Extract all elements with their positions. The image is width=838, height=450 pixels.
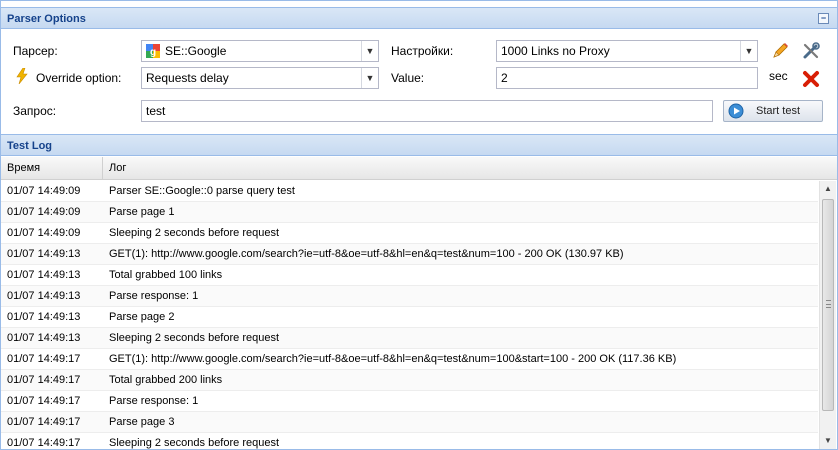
log-time-cell: 01/07 14:49:13 bbox=[7, 269, 81, 281]
table-row[interactable]: 01/07 14:49:17 Sleeping 2 seconds before … bbox=[1, 433, 818, 449]
log-time-cell: 01/07 14:49:17 bbox=[7, 416, 81, 428]
table-row[interactable]: 01/07 14:49:09 Parse page 1 bbox=[1, 202, 818, 223]
query-label: Запрос: bbox=[13, 104, 57, 118]
log-message-cell: Sleeping 2 seconds before request bbox=[109, 332, 280, 344]
value-label: Value: bbox=[391, 71, 425, 85]
log-time-cell: 01/07 14:49:13 bbox=[7, 248, 81, 260]
tools-icon bbox=[803, 42, 820, 59]
start-test-button[interactable]: Start test bbox=[723, 100, 823, 122]
log-message-cell: Total grabbed 100 links bbox=[109, 269, 223, 281]
google-icon: g bbox=[146, 44, 160, 58]
log-time-cell: 01/07 14:49:17 bbox=[7, 353, 81, 365]
lightning-icon bbox=[16, 68, 28, 84]
parser-options-panel: Парсер: g SE::Google ▼ Настройки: 1000 L… bbox=[1, 30, 837, 134]
tools-button[interactable] bbox=[800, 40, 822, 62]
parser-label: Парсер: bbox=[13, 44, 58, 58]
chevron-down-icon[interactable]: ▼ bbox=[361, 68, 378, 88]
log-rows: 01/07 14:49:09 Parser SE::Google::0 parse… bbox=[1, 181, 818, 449]
chevron-down-icon[interactable]: ▼ bbox=[361, 41, 378, 61]
column-header-log[interactable]: Лог bbox=[103, 157, 819, 180]
log-message-cell: Parse page 3 bbox=[109, 416, 175, 428]
pencil-icon bbox=[773, 43, 788, 58]
log-time-cell: 01/07 14:49:13 bbox=[7, 332, 81, 344]
log-message-cell: Sleeping 2 seconds before request bbox=[109, 437, 280, 449]
log-message-cell: Parse page 1 bbox=[109, 206, 175, 218]
log-message-cell: GET(1): http://www.google.com/search?ie=… bbox=[109, 248, 624, 260]
parser-options-header: Parser Options − bbox=[1, 7, 837, 29]
parser-options-title: Parser Options bbox=[7, 13, 86, 25]
value-input-text: 2 bbox=[501, 71, 508, 85]
scroll-down-icon[interactable]: ▼ bbox=[820, 433, 836, 449]
log-time-cell: 01/07 14:49:09 bbox=[7, 185, 81, 197]
value-input[interactable]: 2 bbox=[496, 67, 758, 89]
log-time-cell: 01/07 14:49:17 bbox=[7, 437, 81, 449]
grid-header: Время Лог bbox=[1, 157, 837, 180]
table-row[interactable]: 01/07 14:49:13 Parse response: 1 bbox=[1, 286, 818, 307]
chevron-down-icon[interactable]: ▼ bbox=[740, 41, 757, 61]
parser-select[interactable]: g SE::Google ▼ bbox=[141, 40, 379, 62]
log-time-cell: 01/07 14:49:17 bbox=[7, 374, 81, 386]
log-message-cell: Parse response: 1 bbox=[109, 395, 199, 407]
vertical-scrollbar[interactable]: ▲ ▼ bbox=[819, 181, 836, 449]
override-label: Override option: bbox=[36, 71, 122, 85]
svg-text:g: g bbox=[150, 47, 156, 58]
column-header-time[interactable]: Время bbox=[1, 157, 103, 180]
play-icon bbox=[728, 103, 744, 119]
override-select[interactable]: Requests delay ▼ bbox=[141, 67, 379, 89]
query-input[interactable]: test bbox=[141, 100, 713, 122]
table-row[interactable]: 01/07 14:49:17 Parse page 3 bbox=[1, 412, 818, 433]
scrollbar-thumb[interactable] bbox=[822, 199, 834, 411]
table-row[interactable]: 01/07 14:49:13 Parse page 2 bbox=[1, 307, 818, 328]
log-time-cell: 01/07 14:49:09 bbox=[7, 227, 81, 239]
table-row[interactable]: 01/07 14:49:13 GET(1): http://www.google.… bbox=[1, 244, 818, 265]
table-row[interactable]: 01/07 14:49:13 Sleeping 2 seconds before … bbox=[1, 328, 818, 349]
log-message-cell: GET(1): http://www.google.com/search?ie=… bbox=[109, 353, 677, 365]
parser-window: Parser Options − Парсер: g SE::Google ▼ … bbox=[0, 0, 838, 450]
scroll-up-icon[interactable]: ▲ bbox=[820, 181, 836, 197]
log-message-cell: Sleeping 2 seconds before request bbox=[109, 227, 280, 239]
query-input-text: test bbox=[146, 104, 166, 118]
value-unit: sec bbox=[769, 69, 788, 83]
log-message-cell: Parse response: 1 bbox=[109, 290, 199, 302]
delete-option-button[interactable] bbox=[800, 68, 822, 90]
log-time-cell: 01/07 14:49:17 bbox=[7, 395, 81, 407]
settings-label: Настройки: bbox=[391, 44, 454, 58]
log-message-cell: Total grabbed 200 links bbox=[109, 374, 223, 386]
log-time-cell: 01/07 14:49:13 bbox=[7, 311, 81, 323]
start-test-label: Start test bbox=[756, 105, 801, 117]
test-log-title: Test Log bbox=[7, 140, 53, 152]
table-row[interactable]: 01/07 14:49:17 GET(1): http://www.google.… bbox=[1, 349, 818, 370]
collapse-icon[interactable]: − bbox=[818, 13, 829, 24]
table-row[interactable]: 01/07 14:49:13 Total grabbed 100 links bbox=[1, 265, 818, 286]
log-message-cell: Parse page 2 bbox=[109, 311, 175, 323]
edit-settings-button[interactable] bbox=[769, 40, 791, 62]
settings-select[interactable]: 1000 Links no Proxy ▼ bbox=[496, 40, 758, 62]
table-row[interactable]: 01/07 14:49:17 Parse response: 1 bbox=[1, 391, 818, 412]
table-row[interactable]: 01/07 14:49:17 Total grabbed 200 links bbox=[1, 370, 818, 391]
table-row[interactable]: 01/07 14:49:09 Sleeping 2 seconds before … bbox=[1, 223, 818, 244]
delete-x-icon bbox=[803, 71, 819, 87]
log-time-cell: 01/07 14:49:13 bbox=[7, 290, 81, 302]
log-time-cell: 01/07 14:49:09 bbox=[7, 206, 81, 218]
test-log-header: Test Log bbox=[1, 134, 837, 156]
log-message-cell: Parser SE::Google::0 parse query test bbox=[109, 185, 295, 197]
parser-select-value: SE::Google bbox=[165, 44, 227, 58]
table-row[interactable]: 01/07 14:49:09 Parser SE::Google::0 parse… bbox=[1, 181, 818, 202]
override-select-value: Requests delay bbox=[146, 71, 229, 85]
settings-select-value: 1000 Links no Proxy bbox=[501, 44, 610, 58]
test-log-grid: Время Лог 01/07 14:49:09 Parser SE::Googl… bbox=[1, 157, 837, 449]
